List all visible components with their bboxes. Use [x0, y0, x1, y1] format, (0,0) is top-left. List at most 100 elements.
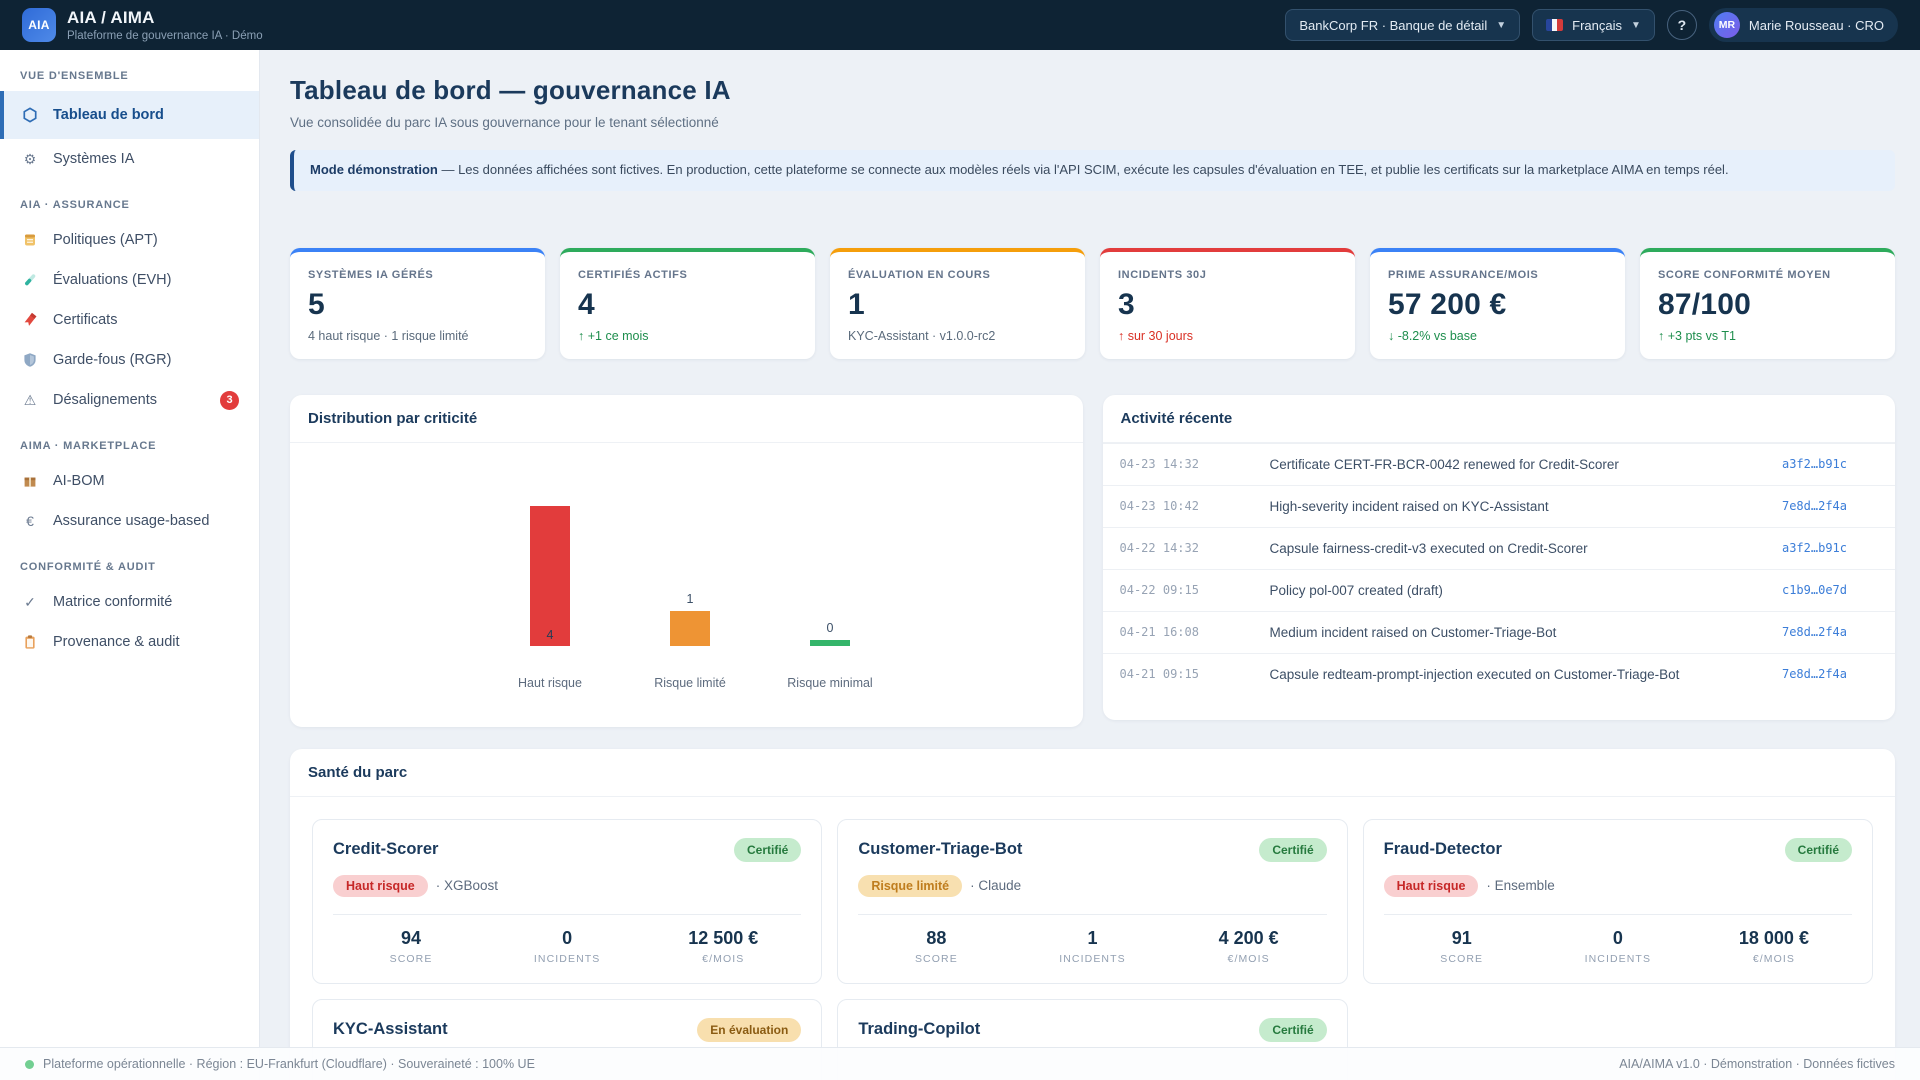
- activity-text: Policy pol-007 created (draft): [1269, 582, 1443, 598]
- status-badge: Certifié: [1259, 837, 1327, 862]
- sidebar-item-label: Tableau de bord: [53, 107, 164, 123]
- sidebar-item-politiques[interactable]: Politiques (APT): [0, 220, 259, 260]
- sidebar-item-matrice-conformite[interactable]: ✓ Matrice conformité: [0, 582, 259, 622]
- chevron-down-icon: ▼: [1496, 19, 1507, 31]
- user-menu[interactable]: MR Marie Rousseau · CRO: [1708, 8, 1898, 42]
- cost-label: €/MOIS: [1227, 952, 1270, 965]
- activity-hash-link[interactable]: a3f2…b91c: [1782, 541, 1847, 555]
- certificate-ribbon-icon: [20, 312, 40, 328]
- kpi-label: PRIME ASSURANCE/MOIS: [1388, 268, 1539, 281]
- fleet-grid: Credit-Scorer Certifié Haut risque · XGB…: [290, 797, 1895, 1080]
- system-name: Customer-Triage-Bot: [858, 840, 1023, 859]
- bar-column-risque-limite: 1 Risque limité: [620, 443, 760, 690]
- criticality-chart-panel: Distribution par criticité 4 Haut risque…: [290, 394, 1083, 727]
- status-badge: En évaluation: [697, 1017, 802, 1042]
- chart-title: Distribution par criticité: [290, 395, 1083, 443]
- hexagon-dashboard-icon: [20, 107, 40, 123]
- system-name: Fraud-Detector: [1383, 840, 1502, 859]
- activity-hash-link[interactable]: c1b9…0e7d: [1782, 583, 1847, 597]
- activity-text: Capsule fairness-credit-v3 executed on C…: [1269, 540, 1588, 556]
- sidebar-item-systemes-ia[interactable]: ⚙ Systèmes IA: [0, 139, 259, 179]
- bar-value-label: 4: [546, 627, 554, 642]
- kpi-sub: KYC-Assistant · v1.0.0-rc2: [848, 328, 996, 343]
- activity-hash-link[interactable]: 7e8d…2f4a: [1782, 667, 1847, 681]
- kpi-card-incidents-30j: INCIDENTS 30J 3 ↑ sur 30 jours: [1100, 247, 1355, 359]
- bar-value-label: 1: [686, 591, 694, 606]
- incidents-value: 0: [1612, 927, 1623, 948]
- bar: 4: [530, 505, 570, 646]
- sidebar-section-overview: VUE D'ENSEMBLE: [20, 70, 129, 82]
- tenant-selector-value: BankCorp FR · Banque de détail: [1299, 17, 1488, 33]
- middle-row: Distribution par criticité 4 Haut risque…: [290, 394, 1895, 727]
- sidebar-item-evaluations[interactable]: Évaluations (EVH): [0, 260, 259, 300]
- activity-time: 04-23 14:32: [1119, 457, 1199, 472]
- activity-time: 04-21 16:08: [1119, 625, 1199, 640]
- sidebar-item-tableau-de-bord[interactable]: Tableau de bord: [0, 91, 259, 139]
- sidebar-item-label: AI-BOM: [53, 473, 105, 489]
- system-card-credit-scorer[interactable]: Credit-Scorer Certifié Haut risque · XGB…: [312, 818, 823, 984]
- score-label: SCORE: [1440, 952, 1484, 965]
- system-name: Credit-Scorer: [333, 840, 439, 859]
- euro-icon: €: [26, 513, 34, 529]
- activity-row: 04-23 10:42 High-severity incident raise…: [1102, 484, 1895, 527]
- score-value: 88: [926, 927, 947, 948]
- demo-mode-banner: Mode démonstration — Les données affiché…: [290, 150, 1895, 191]
- sidebar-item-label: Matrice conformité: [53, 594, 173, 610]
- risk-badge: Haut risque: [1383, 874, 1479, 897]
- sidebar-item-label: Désalignements: [53, 392, 157, 408]
- fr-flag-icon: [1546, 19, 1564, 31]
- kpi-row: SYSTÈMES IA GÉRÉS 5 4 haut risque · 1 ri…: [290, 247, 1895, 359]
- kpi-value: 3: [1118, 287, 1135, 321]
- clipboard-icon: [20, 634, 40, 650]
- system-card-fraud-detector[interactable]: Fraud-Detector Certifié Haut risque · En…: [1362, 818, 1873, 984]
- sidebar-item-desalignements[interactable]: ⚠ Désalignements 3: [0, 380, 259, 420]
- system-card-customer-triage-bot[interactable]: Customer-Triage-Bot Certifié Risque limi…: [837, 818, 1348, 984]
- kpi-label: SCORE CONFORMITÉ MOYEN: [1658, 268, 1831, 281]
- sidebar-item-label: Évaluations (EVH): [53, 272, 172, 288]
- kpi-value: 4: [578, 287, 595, 321]
- activity-hash-link[interactable]: 7e8d…2f4a: [1782, 499, 1847, 513]
- sidebar-section-conformite: CONFORMITÉ & AUDIT: [20, 561, 156, 573]
- kpi-sub: ↓ -8.2% vs base: [1388, 328, 1477, 343]
- app-logo: AIA: [22, 8, 56, 42]
- sidebar-item-assurance-usage[interactable]: € Assurance usage-based: [0, 501, 259, 541]
- system-name: Trading-Copilot: [858, 1020, 981, 1039]
- activity-hash-link[interactable]: a3f2…b91c: [1782, 457, 1847, 471]
- sidebar-item-provenance-audit[interactable]: Provenance & audit: [0, 622, 259, 662]
- header-actions: BankCorp FR · Banque de détail ▼ Françai…: [1285, 8, 1898, 42]
- activity-time: 04-22 14:32: [1119, 541, 1199, 556]
- banner-text: — Les données affichées sont fictives. E…: [437, 162, 1729, 177]
- kpi-value: 5: [308, 287, 325, 321]
- sidebar-section-assurance: AIA · ASSURANCE: [20, 199, 130, 211]
- activity-hash-link[interactable]: 7e8d…2f4a: [1782, 625, 1847, 639]
- avatar: MR: [1713, 12, 1740, 38]
- kpi-card-prime-assurance: PRIME ASSURANCE/MOIS 57 200 € ↓ -8.2% vs…: [1370, 247, 1625, 359]
- incidents-label: INCIDENTS: [1584, 952, 1652, 965]
- bar: [670, 610, 710, 646]
- activity-text: Capsule redteam-prompt-injection execute…: [1269, 666, 1680, 682]
- kpi-label: ÉVALUATION EN COURS: [848, 268, 991, 281]
- cost-value: 12 500 €: [688, 927, 759, 948]
- incidents-label: INCIDENTS: [533, 952, 601, 965]
- system-model: · Ensemble: [1486, 878, 1555, 894]
- activity-time: 04-23 10:42: [1119, 499, 1199, 514]
- activity-time: 04-21 09:15: [1119, 667, 1199, 682]
- activity-text: Medium incident raised on Customer-Triag…: [1269, 624, 1557, 640]
- sidebar-item-garde-fous[interactable]: Garde-fous (RGR): [0, 340, 259, 380]
- kpi-value: 1: [848, 287, 865, 321]
- help-button[interactable]: ?: [1666, 10, 1697, 40]
- bar-category-label: Risque minimal: [787, 675, 873, 690]
- score-value: 91: [1451, 927, 1472, 948]
- sidebar-item-ai-bom[interactable]: AI-BOM: [0, 461, 259, 501]
- sidebar-item-certificats[interactable]: Certificats: [0, 300, 259, 340]
- tenant-selector[interactable]: BankCorp FR · Banque de détail ▼: [1285, 9, 1521, 41]
- activity-row: 04-22 09:15 Policy pol-007 created (draf…: [1102, 568, 1895, 611]
- bar-category-label: Haut risque: [518, 675, 582, 690]
- gear-icon: ⚙: [23, 150, 37, 167]
- kpi-card-systemes-geres: SYSTÈMES IA GÉRÉS 5 4 haut risque · 1 ri…: [290, 247, 545, 359]
- sidebar: VUE D'ENSEMBLE Tableau de bord ⚙ Système…: [0, 50, 260, 1080]
- check-icon: ✓: [24, 593, 36, 610]
- bar-column-haut-risque: 4 Haut risque: [480, 443, 620, 690]
- language-selector[interactable]: Français ▼: [1532, 9, 1655, 41]
- kpi-label: INCIDENTS 30J: [1118, 268, 1207, 281]
